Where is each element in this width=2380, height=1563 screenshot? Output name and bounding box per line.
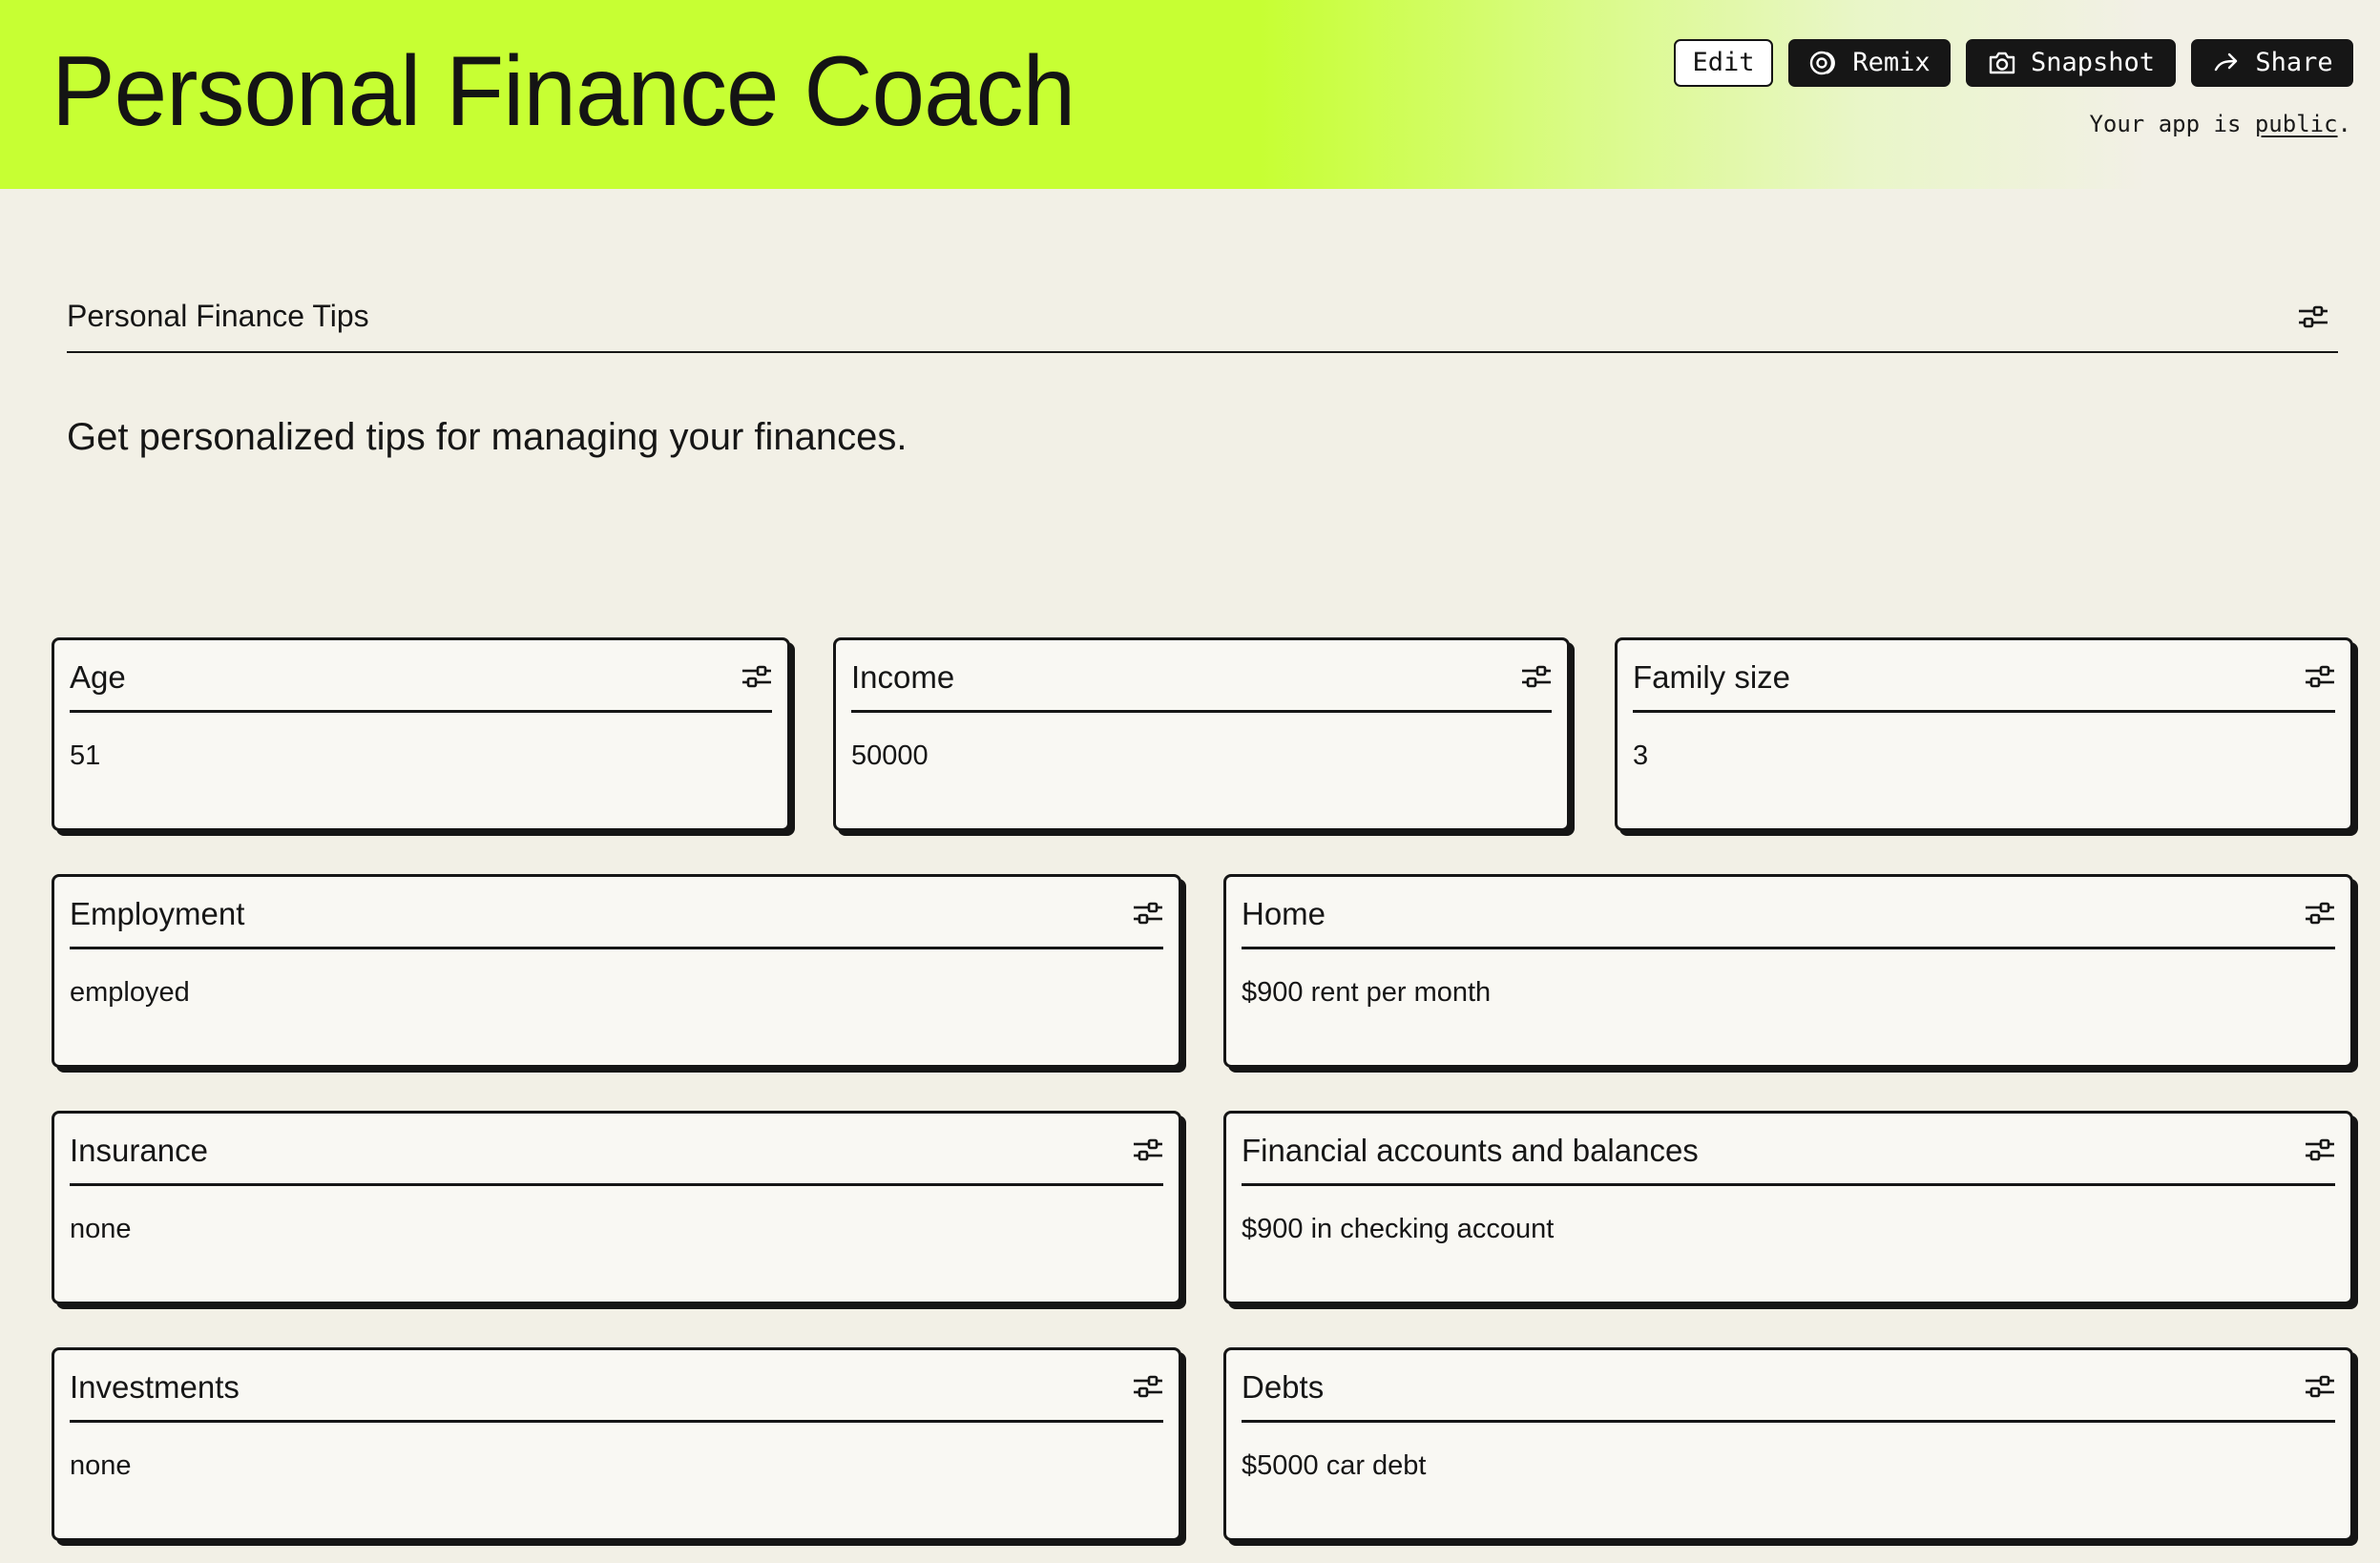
edit-button[interactable]: Edit — [1674, 39, 1773, 87]
visibility-note-suffix: . — [2337, 111, 2351, 137]
field-value: 51 — [70, 740, 101, 771]
sliders-icon — [2301, 898, 2337, 928]
field-divider — [1633, 710, 2335, 713]
edit-button-label: Edit — [1692, 48, 1755, 77]
field-divider — [1242, 1183, 2335, 1186]
field-divider — [851, 710, 1552, 713]
sliders-icon — [1129, 898, 1165, 928]
sliders-icon — [1517, 661, 1554, 692]
field-divider — [70, 710, 772, 713]
field-settings-button[interactable] — [2301, 1371, 2337, 1402]
sliders-icon — [2301, 1371, 2337, 1402]
field-value: none — [70, 1450, 132, 1481]
field-label: Age — [70, 659, 126, 695]
field-label: Insurance — [70, 1133, 208, 1168]
field-card-debts[interactable]: Debts $5000 car debt — [1223, 1347, 2353, 1541]
field-divider — [70, 947, 1163, 949]
field-divider — [70, 1183, 1163, 1186]
field-card-financial-accounts[interactable]: Financial accounts and balances $900 in … — [1223, 1111, 2353, 1304]
field-settings-button[interactable] — [1129, 1371, 1165, 1402]
field-label: Home — [1242, 896, 1326, 931]
visibility-note-prefix: Your app is — [2089, 111, 2255, 137]
field-card-investments[interactable]: Investments none — [52, 1347, 1181, 1541]
field-value: 50000 — [851, 740, 929, 771]
field-divider — [70, 1420, 1163, 1423]
field-card-income[interactable]: Income 50000 — [833, 637, 1570, 831]
field-value: $900 in checking account — [1242, 1214, 1555, 1244]
field-settings-button[interactable] — [2301, 1135, 2337, 1165]
snapshot-button[interactable]: Snapshot — [1966, 39, 2176, 87]
field-settings-button[interactable] — [1517, 661, 1554, 692]
sliders-icon — [1129, 1135, 1165, 1165]
field-settings-button[interactable] — [2301, 661, 2337, 692]
field-label: Investments — [70, 1369, 240, 1405]
field-value: $900 rent per month — [1242, 977, 1492, 1008]
visibility-link[interactable]: public — [2255, 111, 2338, 137]
snapshot-button-label: Snapshot — [2030, 48, 2156, 77]
sliders-icon — [738, 661, 774, 692]
sliders-icon — [1129, 1371, 1165, 1402]
field-card-family-size[interactable]: Family size 3 — [1615, 637, 2353, 831]
field-settings-button[interactable] — [2301, 898, 2337, 928]
field-label: Family size — [1633, 659, 1791, 695]
section-title: Personal Finance Tips — [67, 299, 369, 333]
sliders-icon — [2301, 661, 2337, 692]
remix-button-label: Remix — [1852, 48, 1931, 77]
visibility-note: Your app is public. — [2089, 111, 2351, 137]
app-header: Personal Finance Coach Edit Remix Snapsh… — [0, 0, 2380, 189]
field-card-home[interactable]: Home $900 rent per month — [1223, 874, 2353, 1068]
field-value: none — [70, 1214, 132, 1244]
sliders-icon — [2301, 1135, 2337, 1165]
sliders-icon — [2294, 302, 2330, 332]
field-card-age[interactable]: Age 51 — [52, 637, 790, 831]
field-settings-button[interactable] — [1129, 898, 1165, 928]
camera-icon — [1987, 48, 2017, 78]
section-settings-button[interactable] — [2294, 302, 2330, 332]
field-label: Income — [851, 659, 955, 695]
app-title: Personal Finance Coach — [52, 36, 1075, 147]
section-divider — [67, 351, 2338, 353]
remix-button[interactable]: Remix — [1788, 39, 1951, 87]
field-value: employed — [70, 977, 190, 1008]
field-settings-button[interactable] — [1129, 1135, 1165, 1165]
field-settings-button[interactable] — [738, 661, 774, 692]
share-arrow-icon — [2211, 48, 2242, 78]
field-divider — [1242, 1420, 2335, 1423]
field-label: Financial accounts and balances — [1242, 1133, 1699, 1168]
share-button-label: Share — [2255, 48, 2333, 77]
field-divider — [1242, 947, 2335, 949]
remix-icon — [1808, 48, 1839, 78]
field-card-insurance[interactable]: Insurance none — [52, 1111, 1181, 1304]
field-value: $5000 car debt — [1242, 1450, 1427, 1481]
share-button[interactable]: Share — [2191, 39, 2353, 87]
field-label: Debts — [1242, 1369, 1325, 1405]
field-label: Employment — [70, 896, 245, 931]
field-value: 3 — [1633, 740, 1649, 771]
section-subtitle: Get personalized tips for managing your … — [67, 416, 908, 458]
field-card-employment[interactable]: Employment employed — [52, 874, 1181, 1068]
